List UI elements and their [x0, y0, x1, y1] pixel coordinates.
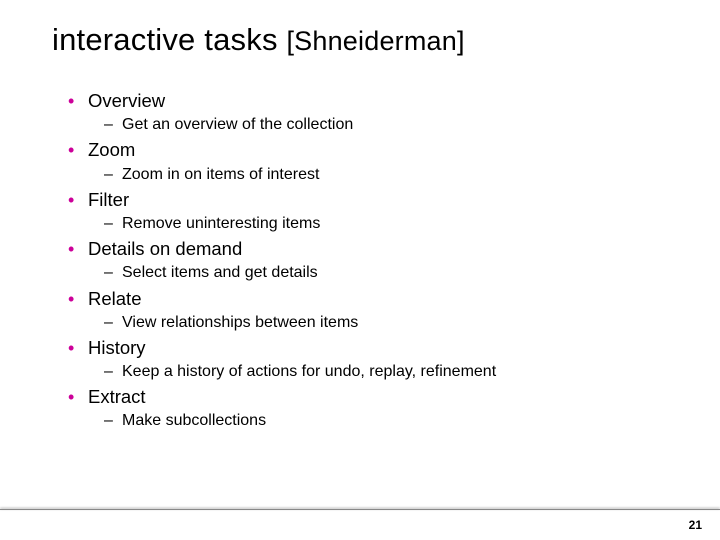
level2-row: – Make subcollections [68, 411, 680, 430]
level2-row: – Keep a history of actions for undo, re… [68, 362, 680, 381]
level1-label: Details on demand [88, 238, 242, 260]
title-bracket: [Shneiderman] [286, 26, 464, 56]
level2-row: – Get an overview of the collection [68, 115, 680, 134]
level1-label: Filter [88, 189, 129, 211]
level1-label: History [88, 337, 146, 359]
list-item: • Zoom – Zoom in on items of interest [68, 139, 680, 183]
page-number: 21 [689, 518, 702, 532]
bullet-icon: • [68, 191, 88, 209]
list-item: • History – Keep a history of actions fo… [68, 337, 680, 381]
level2-row: – View relationships between items [68, 313, 680, 332]
slide-title: interactive tasks [Shneiderman] [52, 22, 465, 58]
level2-desc: Keep a history of actions for undo, repl… [122, 362, 496, 381]
bullet-icon: • [68, 339, 88, 357]
level2-row: – Remove uninteresting items [68, 214, 680, 233]
level1-label: Overview [88, 90, 165, 112]
level1-row: • Filter [68, 189, 680, 211]
level1-row: • Relate [68, 288, 680, 310]
level1-row: • History [68, 337, 680, 359]
title-main: interactive tasks [52, 22, 286, 57]
level1-row: • Details on demand [68, 238, 680, 260]
list-item: • Overview – Get an overview of the coll… [68, 90, 680, 134]
slide: interactive tasks [Shneiderman] • Overvi… [0, 0, 720, 540]
dash-icon: – [104, 412, 122, 430]
level1-row: • Extract [68, 386, 680, 408]
list-item: • Relate – View relationships between it… [68, 288, 680, 332]
dash-icon: – [104, 314, 122, 332]
dash-icon: – [104, 166, 122, 184]
bullet-icon: • [68, 290, 88, 308]
dash-icon: – [104, 116, 122, 134]
list-item: • Extract – Make subcollections [68, 386, 680, 430]
dash-icon: – [104, 215, 122, 233]
level2-desc: Select items and get details [122, 263, 318, 282]
level2-desc: Make subcollections [122, 411, 266, 430]
level1-label: Relate [88, 288, 141, 310]
dash-icon: – [104, 363, 122, 381]
level2-row: – Zoom in on items of interest [68, 165, 680, 184]
dash-icon: – [104, 264, 122, 282]
level2-desc: Remove uninteresting items [122, 214, 320, 233]
list-item: • Details on demand – Select items and g… [68, 238, 680, 282]
footer-divider [0, 509, 720, 510]
level2-row: – Select items and get details [68, 263, 680, 282]
level1-label: Zoom [88, 139, 135, 161]
bullet-icon: • [68, 388, 88, 406]
content-list: • Overview – Get an overview of the coll… [68, 85, 680, 434]
bullet-icon: • [68, 240, 88, 258]
level2-desc: Get an overview of the collection [122, 115, 353, 134]
level1-row: • Zoom [68, 139, 680, 161]
level1-row: • Overview [68, 90, 680, 112]
level1-label: Extract [88, 386, 146, 408]
level2-desc: Zoom in on items of interest [122, 165, 319, 184]
bullet-icon: • [68, 141, 88, 159]
level2-desc: View relationships between items [122, 313, 358, 332]
list-item: • Filter – Remove uninteresting items [68, 189, 680, 233]
bullet-icon: • [68, 92, 88, 110]
